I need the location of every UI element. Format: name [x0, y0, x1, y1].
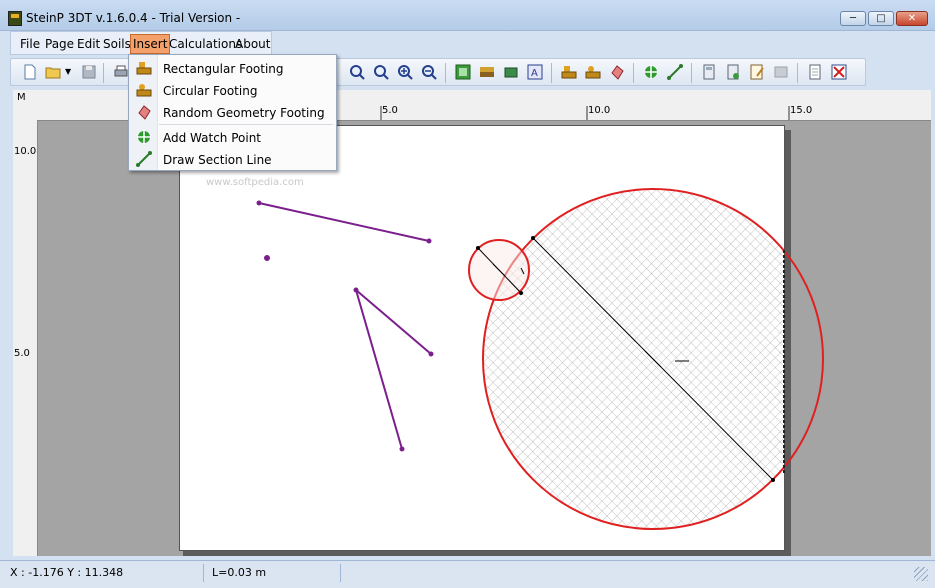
- app-icon: [8, 11, 22, 26]
- print-icon[interactable]: [113, 64, 129, 80]
- menu-item-random-geometry-footing[interactable]: Random Geometry Footing: [129, 101, 336, 123]
- section-line[interactable]: [355, 289, 403, 450]
- menu-file[interactable]: File: [20, 37, 40, 51]
- toolbar-separator: [445, 63, 446, 83]
- menu-separator: [159, 124, 333, 125]
- toolbar-separator: [633, 63, 634, 83]
- resize-grip-icon[interactable]: [914, 567, 928, 581]
- calc-settings-icon[interactable]: [725, 64, 741, 80]
- rectangular-footing-icon: [136, 62, 152, 75]
- zoom-out-icon[interactable]: [421, 64, 437, 80]
- footing-handle[interactable]: [531, 236, 535, 240]
- watch-point[interactable]: [264, 255, 270, 261]
- watch-point-icon: [137, 130, 151, 144]
- section-line-icon: [136, 151, 152, 167]
- menu-item-circular-footing[interactable]: Circular Footing: [129, 79, 336, 101]
- soil-layer-icon[interactable]: [479, 64, 495, 80]
- save-icon[interactable]: [81, 64, 97, 80]
- chevron-down-icon[interactable]: ▼: [65, 67, 73, 83]
- minimize-button[interactable]: ─: [840, 11, 866, 26]
- footing-handle[interactable]: [771, 478, 775, 482]
- menu-item-rectangular-footing[interactable]: Rectangular Footing: [129, 57, 336, 79]
- document-icon[interactable]: [807, 64, 823, 80]
- random-footing-icon[interactable]: [609, 64, 625, 80]
- footing-handle[interactable]: [519, 291, 523, 295]
- circular-footing-icon[interactable]: [585, 64, 601, 80]
- circular-footing-icon: [136, 84, 152, 97]
- open-folder-icon[interactable]: [45, 64, 61, 80]
- menu-item-label: Rectangular Footing: [163, 62, 284, 76]
- grid-icon[interactable]: [455, 64, 471, 80]
- menu-about[interactable]: About: [235, 37, 270, 51]
- status-divider: [203, 564, 204, 582]
- cursor-coordinates: X : -1.176 Y : 11.348: [10, 566, 124, 579]
- watch-point-icon[interactable]: [643, 64, 659, 80]
- menu-page[interactable]: Page: [45, 37, 74, 51]
- menu-insert[interactable]: Insert: [130, 34, 171, 54]
- maximize-icon: □: [876, 13, 886, 24]
- section-line-endpoint[interactable]: [428, 351, 434, 357]
- toolbar-separator: [551, 63, 552, 83]
- menu-item-label: Add Watch Point: [163, 131, 262, 145]
- insert-menu-dropdown: Rectangular Footing Circular Footing Ran…: [128, 54, 337, 171]
- random-geometry-footing-icon: [138, 105, 151, 120]
- menu-item-label: Circular Footing: [163, 84, 258, 98]
- toolbar-separator: [691, 63, 692, 83]
- title-bar: SteinP 3DT v.1.6.0.4 - Trial Version - ─…: [0, 0, 935, 31]
- footing-handle[interactable]: [476, 246, 480, 250]
- section-line-endpoint[interactable]: [256, 200, 262, 206]
- section-line[interactable]: [355, 289, 432, 355]
- toolbar-separator: [797, 63, 798, 83]
- new-file-icon[interactable]: [22, 64, 38, 80]
- svg-text:A: A: [531, 68, 538, 79]
- calculator-icon[interactable]: [701, 64, 717, 80]
- section-line-endpoint[interactable]: [353, 287, 359, 293]
- menu-item-draw-section-line[interactable]: Draw Section Line: [129, 148, 336, 170]
- zoom-all-icon[interactable]: [373, 64, 389, 80]
- line-length: L=0.03 m: [212, 566, 267, 579]
- clear-icon[interactable]: [831, 64, 847, 80]
- menu-bar: File Page Edit Soils Insert Calculations…: [10, 31, 272, 55]
- section-line-endpoint[interactable]: [426, 238, 432, 244]
- report-icon[interactable]: [749, 64, 765, 80]
- section-line[interactable]: [258, 202, 430, 242]
- status-bar: X : -1.176 Y : 11.348 L=0.03 m: [0, 560, 935, 588]
- zoom-window-icon[interactable]: [349, 64, 365, 80]
- menu-calculations[interactable]: Calculations: [169, 37, 242, 51]
- menu-item-label: Random Geometry Footing: [163, 106, 325, 120]
- maximize-button[interactable]: □: [868, 11, 894, 26]
- close-icon: ✕: [907, 13, 917, 24]
- window-title: SteinP 3DT v.1.6.0.4 - Trial Version -: [26, 11, 241, 25]
- close-button[interactable]: ✕: [896, 11, 928, 26]
- text-label-icon[interactable]: A: [527, 64, 543, 80]
- disabled-tool-icon[interactable]: [773, 64, 789, 80]
- section-line-endpoint[interactable]: [399, 446, 405, 452]
- menu-soils[interactable]: Soils: [103, 37, 131, 51]
- menu-item-label: Draw Section Line: [163, 153, 272, 167]
- footing-view-icon[interactable]: [503, 64, 519, 80]
- menu-item-add-watch-point[interactable]: Add Watch Point: [129, 126, 336, 148]
- zoom-in-icon[interactable]: [397, 64, 413, 80]
- status-divider: [340, 564, 341, 582]
- menu-edit[interactable]: Edit: [77, 37, 100, 51]
- toolbar-separator: [103, 63, 104, 83]
- section-line-icon[interactable]: [667, 64, 683, 80]
- rectangular-footing-icon[interactable]: [561, 64, 577, 80]
- minimize-icon: ─: [849, 13, 857, 24]
